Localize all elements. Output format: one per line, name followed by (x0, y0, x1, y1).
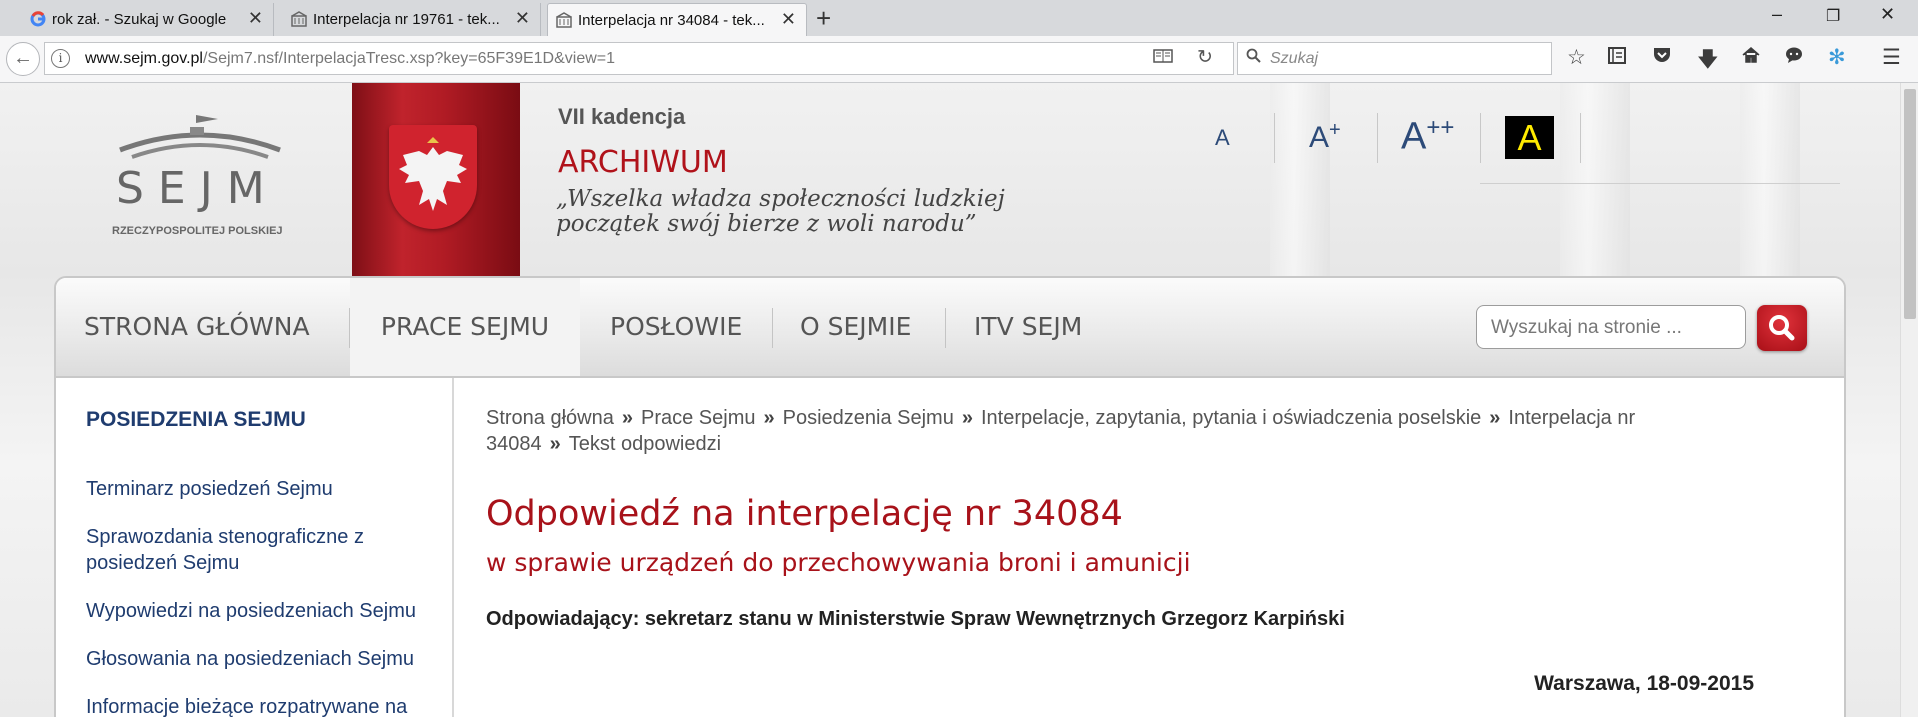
site-search-input[interactable]: Wyszukaj na stronie ... (1476, 305, 1746, 349)
high-contrast-button[interactable]: A (1505, 116, 1554, 159)
sidebar: POSIEDZENIA SEJMU Terminarz posiedzeń Se… (56, 378, 454, 717)
tab-close-icon[interactable]: ✕ (248, 8, 263, 29)
address-bar[interactable]: i www.sejm.gov.pl/Sejm7.nsf/Interpelacja… (44, 42, 1234, 75)
tab-title: Interpelacja nr 19761 - tek... (313, 11, 500, 28)
breadcrumb: Strona główna » Prace Sejmu » Posiedzenia Se… (486, 405, 1706, 457)
web-page: SEJM RZECZYPOSPOLITEJ POLSKIEJ VII kaden… (0, 83, 1900, 717)
page-subtitle: w sprawie urządzeń do przechowywania bro… (486, 548, 1191, 577)
menu-o-sejmie[interactable]: O SEJMIE (800, 278, 911, 376)
breadcrumb-separator: » (621, 407, 633, 429)
sidebar-link-terminarz[interactable]: Terminarz posiedzeń Sejmu (86, 476, 426, 502)
reload-icon[interactable]: ↻ (1197, 46, 1213, 69)
browser-tab-interpelacja-34084[interactable]: Interpelacja nr 34084 - tek... ✕ (547, 3, 807, 36)
close-window-button[interactable]: ✕ (1880, 4, 1895, 25)
sidebar-link-glosowania[interactable]: Głosowania na posiedzeniach Sejmu (86, 646, 426, 672)
tab-close-icon[interactable]: ✕ (781, 9, 796, 30)
tab-title: Interpelacja nr 34084 - tek... (578, 11, 765, 29)
search-icon (1769, 315, 1795, 341)
sidebar-link-wypowiedzi[interactable]: Wypowiedzi na posiedzeniach Sejmu (86, 598, 426, 624)
search-icon (1246, 48, 1262, 69)
main-container: STRONA GŁÓWNA PRACE SEJMU POSŁOWIE O SEJ… (54, 276, 1846, 717)
menu-divider (945, 308, 946, 348)
browser-search-field[interactable]: Szukaj (1237, 42, 1552, 75)
kadencja-label: VII kadencja (558, 104, 686, 129)
breadcrumb-item[interactable]: Strona główna (486, 407, 614, 429)
sidebar-link-informacje[interactable]: Informacje bieżące rozpatrywane na (86, 694, 426, 717)
font-size-large-letter: A (1401, 115, 1427, 158)
browser-tab-interpelacja-19761[interactable]: Interpelacja nr 19761 - tek... ✕ (283, 3, 541, 36)
menu-hamburger-icon[interactable]: ☰ (1882, 45, 1901, 70)
sidebar-link-sprawozdania[interactable]: Sprawozdania stenograficzne z posiedzeń … (86, 524, 386, 576)
breadcrumb-item[interactable]: Interpelacje, zapytania, pytania i oświa… (981, 407, 1481, 429)
breadcrumb-separator: » (1489, 407, 1501, 429)
motto-line-1: „Wszelka władza społeczności ludzkiej (556, 186, 1005, 212)
breadcrumb-separator: » (549, 433, 561, 455)
archiwum-label: ARCHIWUM (558, 145, 728, 180)
polish-eagle-emblem (389, 125, 477, 229)
download-icon[interactable]: 🡇 (1697, 45, 1719, 80)
menu-strona-glowna[interactable]: STRONA GŁÓWNA (84, 278, 310, 376)
home-icon[interactable] (1741, 45, 1761, 71)
page-scrollbar[interactable] (1900, 83, 1918, 717)
font-size-divider (1580, 113, 1581, 163)
font-size-medium-letter: A (1309, 121, 1330, 154)
menu-prace-sejmu[interactable]: PRACE SEJMU (350, 278, 580, 376)
site-search-placeholder: Wyszukaj na stronie ... (1491, 317, 1682, 338)
sejm-favicon-icon (556, 12, 572, 28)
url-domain: www.sejm.gov.pl (85, 50, 203, 67)
header-divider-line (1480, 183, 1840, 184)
place-date: Warszawa, 18-09-2015 (1534, 672, 1754, 695)
browser-tab-google[interactable]: rok zał. - Szukaj w Google ✕ (22, 3, 274, 36)
font-size-divider (1480, 113, 1481, 163)
font-size-large-button[interactable]: A++ (1401, 114, 1454, 159)
motto-line-2: początek swój bierze z woli narodu” (556, 211, 977, 237)
breadcrumb-item[interactable]: Posiedzenia Sejmu (783, 407, 954, 429)
browser-tab-bar: rok zał. - Szukaj w Google ✕ Interpelacj… (0, 0, 1918, 36)
browser-nav-bar: ← i www.sejm.gov.pl/Sejm7.nsf/Interpelac… (0, 36, 1918, 83)
extension-snowflake-icon[interactable]: ✻ (1828, 45, 1846, 70)
site-info-icon[interactable]: i (51, 49, 70, 68)
back-button[interactable]: ← (6, 42, 40, 76)
sejm-favicon-icon (291, 11, 307, 27)
site-search-button[interactable] (1757, 305, 1807, 351)
reader-view-icon[interactable] (1153, 48, 1173, 69)
restore-button[interactable]: ❐ (1826, 6, 1840, 26)
search-placeholder: Szukaj (1270, 50, 1319, 67)
responder-line: Odpowiadający: sekretarz stanu w Ministe… (486, 608, 1345, 630)
chat-icon[interactable] (1784, 45, 1804, 71)
url-path: /Sejm7.nsf/InterpelacjaTresc.xsp?key=65F… (202, 50, 616, 67)
sejm-logo-subtext: RZECZYPOSPOLITEJ POLSKIEJ (112, 225, 283, 237)
font-size-small-button[interactable]: A (1215, 125, 1230, 151)
bookmark-star-icon[interactable]: ☆ (1567, 45, 1586, 70)
font-size-medium-button[interactable]: A+ (1309, 119, 1341, 155)
scrollbar-thumb[interactable] (1904, 89, 1916, 319)
pocket-icon[interactable] (1652, 45, 1672, 71)
white-eagle-icon (399, 137, 467, 211)
new-tab-button[interactable]: + (816, 4, 831, 32)
google-icon (30, 11, 46, 27)
tab-close-icon[interactable]: ✕ (515, 8, 530, 29)
font-size-medium-plus: + (1329, 119, 1341, 141)
main-menu: STRONA GŁÓWNA PRACE SEJMU POSŁOWIE O SEJ… (56, 278, 1844, 378)
url-text: www.sejm.gov.pl/Sejm7.nsf/InterpelacjaTr… (85, 50, 615, 68)
breadcrumb-separator: » (961, 407, 973, 429)
sejm-logo-text: SEJM (116, 163, 279, 214)
content-area: Strona główna » Prace Sejmu » Posiedzenia Se… (454, 378, 1844, 717)
minimize-button[interactable]: – (1772, 4, 1782, 25)
menu-divider (772, 308, 773, 348)
page-title: Odpowiedź na interpelację nr 34084 (486, 494, 1123, 534)
font-size-large-plus: ++ (1426, 114, 1455, 141)
reading-list-icon[interactable] (1607, 45, 1627, 71)
sidebar-title: POSIEDZENIA SEJMU (86, 408, 306, 431)
breadcrumb-separator: » (763, 407, 775, 429)
font-size-divider (1377, 113, 1378, 163)
font-size-divider (1274, 113, 1275, 163)
breadcrumb-current: Tekst odpowiedzi (568, 433, 722, 455)
menu-poslowie[interactable]: POSŁOWIE (610, 278, 742, 376)
menu-itv-sejm[interactable]: ITV SEJM (974, 278, 1082, 376)
tab-title: rok zał. - Szukaj w Google (52, 11, 227, 28)
breadcrumb-item[interactable]: Prace Sejmu (641, 407, 756, 429)
